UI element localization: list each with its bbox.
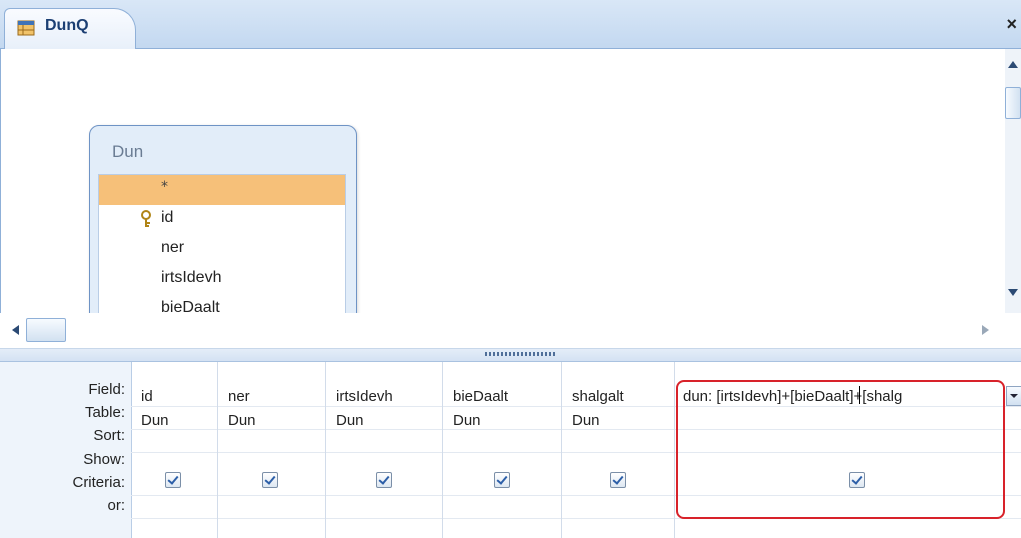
scroll-up-icon[interactable] bbox=[1008, 61, 1018, 68]
document-tab-bar: DunQ × bbox=[0, 0, 1021, 49]
field-cell[interactable]: shalgalt bbox=[572, 388, 624, 405]
grid-row-labels: Field: Table: Sort: Show: Criteria: or: bbox=[0, 362, 132, 538]
field-cell[interactable]: ner bbox=[228, 388, 250, 405]
table-cell[interactable]: Dun bbox=[141, 412, 169, 429]
row-label-table: Table: bbox=[84, 404, 125, 421]
grid-column-irtsidevh[interactable]: irtsIdevh Dun bbox=[326, 362, 443, 538]
row-label-or: or: bbox=[107, 497, 125, 514]
field-cell[interactable]: id bbox=[141, 388, 153, 405]
query-design-pane: Dun * id ner irtsIdevh bieDaalt bbox=[0, 49, 1006, 367]
grid-column-ner[interactable]: ner Dun bbox=[218, 362, 326, 538]
horizontal-scrollbar[interactable] bbox=[0, 313, 1021, 349]
field-item-label: irtsIdevh bbox=[161, 269, 222, 286]
field-item-label: * bbox=[161, 179, 168, 195]
field-item-irtsidevh[interactable]: irtsIdevh bbox=[99, 265, 345, 295]
splitter-grip-icon[interactable] bbox=[485, 352, 555, 356]
row-label-show: Show: bbox=[83, 451, 125, 468]
grid-column-biedaalt[interactable]: bieDaalt Dun bbox=[443, 362, 562, 538]
show-checkbox[interactable] bbox=[262, 472, 278, 488]
field-item-id[interactable]: id bbox=[99, 205, 345, 235]
table-cell[interactable]: Dun bbox=[228, 412, 256, 429]
scroll-thumb[interactable] bbox=[26, 318, 66, 342]
field-item-all[interactable]: * bbox=[99, 175, 345, 205]
field-item-label: ner bbox=[161, 239, 185, 256]
field-item-label: id bbox=[161, 209, 174, 226]
row-label-criteria: Criteria: bbox=[72, 474, 125, 491]
show-checkbox[interactable] bbox=[494, 472, 510, 488]
field-cell[interactable]: irtsIdevh bbox=[336, 388, 393, 405]
grid-column-shalgalt[interactable]: shalgalt Dun bbox=[562, 362, 675, 538]
chevron-down-icon[interactable] bbox=[1006, 386, 1021, 406]
query-icon bbox=[17, 20, 35, 36]
scroll-left-icon[interactable] bbox=[12, 325, 19, 335]
close-icon[interactable]: × bbox=[1006, 14, 1017, 35]
table-cell[interactable]: Dun bbox=[336, 412, 364, 429]
vertical-scrollbar[interactable] bbox=[1005, 49, 1021, 313]
field-list-title: Dun bbox=[112, 142, 144, 161]
tab-dunq[interactable]: DunQ bbox=[4, 8, 136, 49]
tab-title: DunQ bbox=[45, 17, 89, 34]
scroll-right-icon[interactable] bbox=[982, 325, 989, 335]
highlight-annotation bbox=[676, 380, 1005, 519]
show-checkbox[interactable] bbox=[165, 472, 181, 488]
grid-column-id[interactable]: id Dun bbox=[131, 362, 218, 538]
table-cell[interactable]: Dun bbox=[453, 412, 481, 429]
primary-key-icon bbox=[141, 210, 151, 227]
show-checkbox[interactable] bbox=[376, 472, 392, 488]
field-item-ner[interactable]: ner bbox=[99, 235, 345, 265]
table-cell[interactable]: Dun bbox=[572, 412, 600, 429]
scroll-thumb[interactable] bbox=[1005, 87, 1021, 119]
show-checkbox[interactable] bbox=[610, 472, 626, 488]
scroll-down-icon[interactable] bbox=[1008, 289, 1018, 296]
field-cell[interactable]: bieDaalt bbox=[453, 388, 508, 405]
row-label-field: Field: bbox=[88, 381, 125, 398]
row-label-sort: Sort: bbox=[93, 427, 125, 444]
pane-splitter[interactable] bbox=[0, 349, 1021, 362]
